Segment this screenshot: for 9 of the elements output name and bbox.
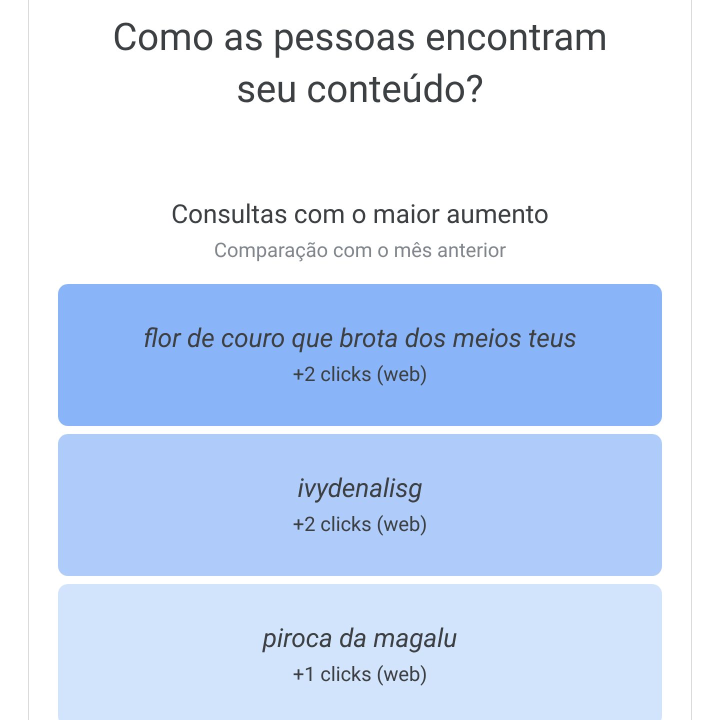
query-text: piroca da magalu — [262, 623, 458, 656]
query-text: flor de couro que brota dos meios teus — [143, 323, 577, 356]
click-count: +2 clicks (web) — [292, 361, 428, 388]
page-title: Como as pessoas encontram seu conteúdo? — [112, 15, 608, 114]
click-count: +1 clicks (web) — [292, 661, 428, 688]
section-heading: Consultas com o maior aumento — [171, 199, 549, 232]
query-text: ivydenalisg — [298, 473, 422, 506]
section-subheading: Comparação com o mês anterior — [214, 237, 506, 264]
click-count: +2 clicks (web) — [292, 511, 428, 538]
